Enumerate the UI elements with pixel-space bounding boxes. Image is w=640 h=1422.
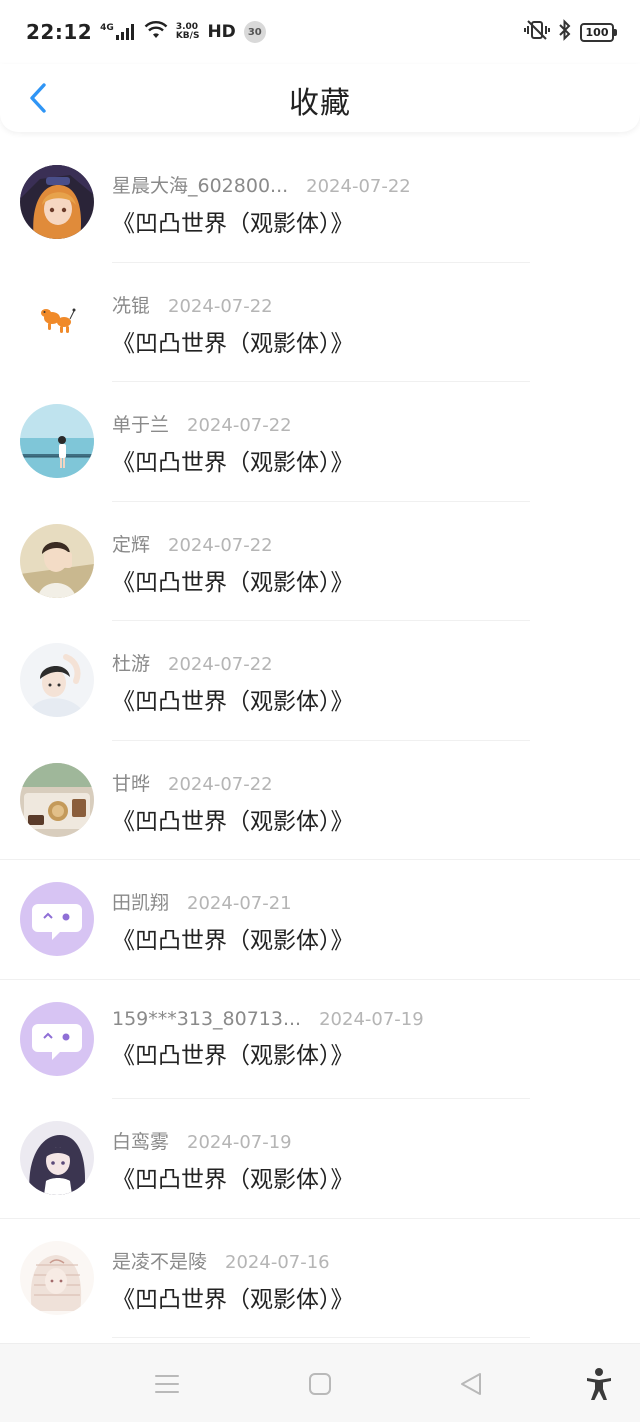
item-meta: 田凯翔 2024-07-21 [112,888,620,915]
user-name: 定辉 [112,533,151,556]
book-title: 《凹凸世界（观影体）》 [112,450,354,476]
notification-badge: 30 [243,21,266,43]
network-type: 4G [100,23,114,33]
avatar [20,284,94,359]
home-square-icon [309,1373,331,1395]
user-name: 冼锟 [112,294,151,317]
book-title: 《凹凸世界（观影体）》 [112,928,354,954]
system-nav-bar [0,1343,640,1422]
item-text: 是凌不是陵 2024-07-16 《凹凸世界（观影体）》 [112,1247,620,1314]
user-name: 是凌不是陵 [112,1250,208,1273]
avatar [20,404,94,478]
item-meta: 单于兰 2024-07-22 [112,410,620,437]
avatar [20,1001,94,1076]
book-title: 《凹凸世界（观影体）》 [112,1042,354,1069]
favorite-date: 2024-07-19 [319,1008,424,1030]
list-item[interactable]: 定辉 2024-07-22 《凹凸世界（观影体）》 [0,502,640,622]
list-item[interactable]: 单于兰 2024-07-22 《凹凸世界（观影体）》 [0,382,640,502]
list-item[interactable]: 星晨大海_602800... 2024-07-22 《凹凸世界（观影体）》 [0,143,640,263]
menu-icon [155,1375,179,1393]
user-name: 星晨大海_602800... [112,175,289,197]
item-meta: 159***313_80713... 2024-07-19 [112,1008,620,1030]
home-button[interactable] [298,1362,342,1406]
favorite-date: 2024-07-22 [306,176,411,197]
favorite-date: 2024-07-22 [168,534,273,556]
battery-icon: 100 [580,22,617,42]
list-item[interactable]: 白鸾雾 2024-07-19 《凹凸世界（观影体）》 [0,1099,640,1219]
list-item[interactable]: 田凯翔 2024-07-21 《凹凸世界（观影体）》 [0,860,640,980]
list-item[interactable]: 159***313_80713... 2024-07-19 《凹凸世界（观影体）… [0,980,640,1100]
speed-unit: KB/S [175,31,200,41]
favorite-date: 2024-07-22 [168,295,273,317]
book-title: 《凹凸世界（观影体）》 [112,569,354,596]
item-text: 杜游 2024-07-22 《凹凸世界（观影体）》 [112,649,620,716]
favorite-date: 2024-07-16 [225,1251,330,1273]
hd-indicator: HD [207,22,236,42]
avatar [20,165,94,239]
favorites-list: 星晨大海_602800... 2024-07-22 《凹凸世界（观影体）》 冼锟… [0,143,640,1338]
avatar [20,1121,94,1195]
page-title: 收藏 [289,86,351,121]
favorite-date: 2024-07-22 [168,773,273,795]
item-text: 冼锟 2024-07-22 《凹凸世界（观影体）》 [112,291,620,358]
back-triangle-icon [461,1373,481,1395]
book-title: 《凹凸世界（观影体）》 [112,689,354,715]
user-name: 白鸾雾 [112,1131,170,1153]
header: 收藏 [0,64,640,132]
status-bar-right: 100 [524,19,617,45]
favorite-date: 2024-07-19 [187,1132,292,1153]
list-item[interactable]: 是凌不是陵 2024-07-16 《凹凸世界（观影体）》 [0,1219,640,1339]
item-meta: 星晨大海_602800... 2024-07-22 [112,171,620,198]
book-title: 《凹凸世界（观影体）》 [112,1167,354,1193]
user-name: 甘晔 [112,772,151,795]
avatar [20,762,94,837]
item-meta: 定辉 2024-07-22 [112,530,620,557]
favorites-screen: 22:12 4G 3.00 KB/S HD 30 100 收藏 星晨大海_602… [0,0,640,1422]
book-title: 《凹凸世界（观影体）》 [112,1286,354,1313]
item-text: 单于兰 2024-07-22 《凹凸世界（观影体）》 [112,410,620,477]
avatar [20,643,94,717]
favorite-date: 2024-07-22 [168,654,273,675]
bluetooth-icon [558,19,572,45]
user-name: 单于兰 [112,414,170,436]
item-meta: 白鸾雾 2024-07-19 [112,1127,620,1154]
list-item[interactable]: 杜游 2024-07-22 《凹凸世界（观影体）》 [0,621,640,741]
item-text: 甘晔 2024-07-22 《凹凸世界（观影体）》 [112,769,620,836]
user-name: 159***313_80713... [112,1007,302,1030]
clock: 22:12 [26,20,93,44]
avatar [20,523,94,598]
item-text: 159***313_80713... 2024-07-19 《凹凸世界（观影体）… [112,1008,620,1070]
item-text: 定辉 2024-07-22 《凹凸世界（观影体）》 [112,530,620,597]
item-meta: 冼锟 2024-07-22 [112,291,620,318]
book-title: 《凹凸世界（观影体）》 [112,330,354,357]
item-text: 田凯翔 2024-07-21 《凹凸世界（观影体）》 [112,888,620,955]
signal-icon: 4G [100,24,136,40]
book-title: 《凹凸世界（观影体）》 [112,808,354,835]
item-text: 星晨大海_602800... 2024-07-22 《凹凸世界（观影体）》 [112,171,620,238]
book-title: 《凹凸世界（观影体）》 [112,211,354,237]
mute-vibrate-icon [524,19,550,45]
item-meta: 杜游 2024-07-22 [112,649,620,676]
wifi-icon [144,21,168,43]
accessibility-icon [587,1368,611,1400]
item-text: 白鸾雾 2024-07-19 《凹凸世界（观影体）》 [112,1127,620,1194]
user-name: 田凯翔 [112,892,170,914]
item-meta: 是凌不是陵 2024-07-16 [112,1247,620,1274]
status-bar-left: 22:12 4G 3.00 KB/S HD 30 [26,20,266,44]
menu-button[interactable] [145,1362,189,1406]
item-meta: 甘晔 2024-07-22 [112,769,620,796]
favorite-date: 2024-07-21 [187,893,292,914]
favorite-date: 2024-07-22 [187,415,292,436]
list-item[interactable]: 冼锟 2024-07-22 《凹凸世界（观影体）》 [0,263,640,383]
user-name: 杜游 [112,653,151,675]
avatar [20,882,94,956]
status-bar: 22:12 4G 3.00 KB/S HD 30 100 [0,0,640,64]
avatar [20,1240,94,1315]
network-speed: 3.00 KB/S [176,23,200,41]
accessibility-button[interactable] [577,1362,621,1406]
list-item[interactable]: 甘晔 2024-07-22 《凹凸世界（观影体）》 [0,741,640,861]
back-nav-button[interactable] [449,1362,493,1406]
